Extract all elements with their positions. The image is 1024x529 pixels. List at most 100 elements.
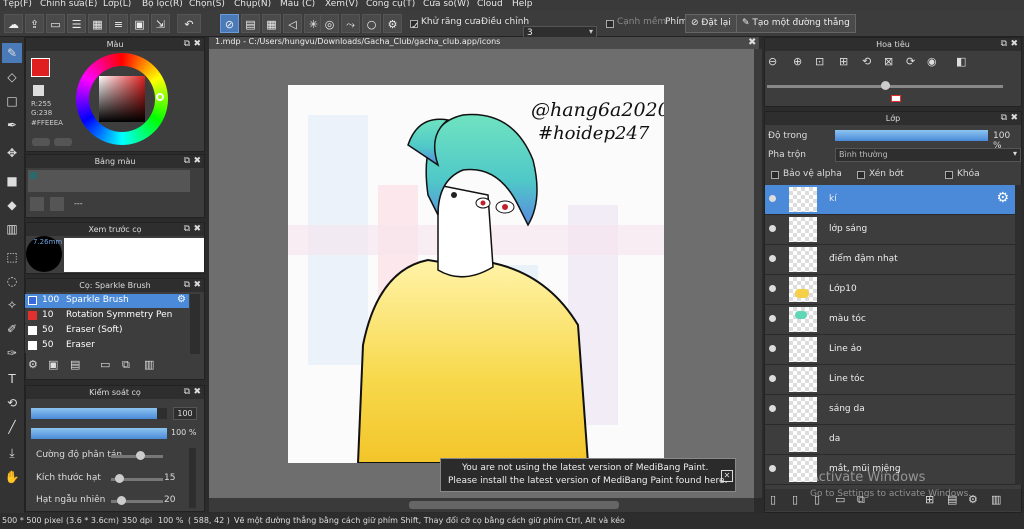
no-ruler-icon[interactable]: ⊘ bbox=[220, 14, 239, 33]
reset-button[interactable]: ⊘ Đặt lại bbox=[685, 14, 737, 33]
eye-icon[interactable] bbox=[769, 345, 776, 352]
eraser-icon[interactable]: ◇ bbox=[2, 67, 22, 87]
divide-icon[interactable]: ╱ bbox=[2, 417, 22, 437]
update-notice[interactable]: You are not using the latest version of … bbox=[440, 458, 736, 492]
blend-mode-dropdown[interactable]: Bình thường ▾ bbox=[835, 148, 1021, 162]
scatter-knob[interactable] bbox=[135, 451, 145, 460]
curve-ruler-icon[interactable]: ⤳ bbox=[341, 14, 360, 33]
new-layer-icon[interactable]: ▯ bbox=[770, 493, 776, 506]
add-color-button[interactable] bbox=[32, 138, 50, 146]
close-icon[interactable]: ✖ bbox=[193, 155, 201, 168]
comment-icon[interactable]: ▭ bbox=[46, 14, 65, 33]
layer-row[interactable]: lớp sáng bbox=[765, 215, 1015, 245]
menu-color[interactable]: Màu (C) bbox=[280, 0, 315, 9]
menu-window[interactable]: Cửa sổ(W) bbox=[423, 0, 469, 9]
lasso-icon[interactable]: ◌ bbox=[2, 271, 22, 291]
settings-icon[interactable]: ⚙ bbox=[383, 14, 402, 33]
menu-layer[interactable]: Lớp(L) bbox=[103, 0, 131, 9]
trash-icon[interactable] bbox=[50, 197, 64, 211]
remove-color-button[interactable] bbox=[54, 138, 72, 146]
eye-icon[interactable] bbox=[769, 195, 776, 202]
particle-size-knob[interactable] bbox=[114, 474, 124, 483]
eye-icon[interactable] bbox=[769, 375, 776, 382]
rotate-right-icon[interactable]: ⟳ bbox=[906, 55, 915, 68]
operation-icon[interactable]: ⟲ bbox=[2, 393, 22, 413]
circle-ruler-icon[interactable]: ○ bbox=[362, 14, 381, 33]
cloud-icon[interactable]: ☁ bbox=[4, 14, 23, 33]
brush-item[interactable]: 50 Eraser (Soft) bbox=[25, 324, 189, 338]
eye-icon[interactable] bbox=[769, 405, 776, 412]
brush-control-scrollbar[interactable] bbox=[189, 448, 196, 508]
hue-wheel[interactable] bbox=[76, 53, 168, 145]
navigator-thumb[interactable] bbox=[891, 95, 901, 102]
make-line-button[interactable]: ✎ Tạo một đường thẳng bbox=[736, 14, 856, 33]
close-icon[interactable]: ✖ bbox=[748, 37, 756, 48]
import-brush-icon[interactable]: ▣ bbox=[48, 358, 58, 371]
reset-rotation-icon[interactable]: ◉ bbox=[927, 55, 937, 68]
fit-icon[interactable]: ⊡ bbox=[815, 55, 824, 68]
gear-icon[interactable]: ⚙ bbox=[996, 190, 1009, 206]
rotate-left-icon[interactable]: ⟲ bbox=[862, 55, 871, 68]
hue-handle[interactable] bbox=[156, 93, 164, 101]
menu-cloud[interactable]: Cloud bbox=[477, 0, 503, 9]
magic-wand-icon[interactable]: ✧ bbox=[2, 295, 22, 315]
chat-icon[interactable]: ☰ bbox=[67, 14, 86, 33]
folder-icon[interactable]: ▭ bbox=[100, 358, 110, 371]
menu-capture[interactable]: Chụp(N) bbox=[234, 0, 271, 9]
zoom-knob[interactable] bbox=[881, 81, 890, 90]
transparent-swatch[interactable] bbox=[33, 85, 44, 96]
random-particle-knob[interactable] bbox=[117, 496, 127, 505]
soft-edge-checkbox[interactable] bbox=[606, 20, 614, 28]
popout-icon[interactable]: ⧉ bbox=[184, 386, 190, 399]
fill-square-icon[interactable]: ■ bbox=[2, 171, 22, 191]
close-icon[interactable]: ✖ bbox=[193, 38, 201, 51]
scrollbar-thumb[interactable] bbox=[409, 501, 619, 509]
brush-icon[interactable]: ✎ bbox=[2, 43, 22, 63]
add-brush-icon[interactable]: ⚙ bbox=[28, 358, 38, 371]
layer-row[interactable]: màu tóc bbox=[765, 305, 1015, 335]
brush-scrollbar[interactable] bbox=[190, 294, 200, 354]
close-icon[interactable]: ✖ bbox=[1010, 112, 1018, 125]
layer-row[interactable]: điểm đậm nhạt bbox=[765, 245, 1015, 275]
close-icon[interactable]: ✖ bbox=[193, 279, 201, 292]
trash-icon[interactable]: ▥ bbox=[991, 493, 1001, 506]
copy-icon[interactable]: ⧉ bbox=[122, 358, 130, 372]
layer-row[interactable]: da bbox=[765, 425, 1015, 455]
layer-row[interactable]: sáng da bbox=[765, 395, 1015, 425]
list-icon[interactable]: ≡ bbox=[109, 14, 128, 33]
layer-row[interactable]: Lớp10 bbox=[765, 275, 1015, 305]
gradient-icon[interactable]: ▥ bbox=[2, 219, 22, 239]
popout-icon[interactable]: ⧉ bbox=[1001, 112, 1007, 125]
brush-opacity-slider[interactable] bbox=[31, 428, 167, 439]
eye-icon[interactable] bbox=[769, 255, 776, 262]
protect-alpha-checkbox[interactable] bbox=[771, 171, 779, 179]
menu-help[interactable]: Help bbox=[512, 0, 533, 9]
brush-size-slider[interactable] bbox=[31, 408, 167, 419]
rectangle-icon[interactable]: □ bbox=[2, 91, 22, 111]
layer-scrollbar[interactable] bbox=[1015, 185, 1022, 485]
bucket-icon[interactable]: ◆ bbox=[2, 195, 22, 215]
popout-icon[interactable]: ⧉ bbox=[184, 155, 190, 168]
menu-file[interactable]: Tệp(F) bbox=[3, 0, 32, 9]
close-icon[interactable]: ✖ bbox=[193, 223, 201, 236]
saturation-square[interactable] bbox=[99, 76, 145, 122]
hand-icon[interactable]: ✋ bbox=[2, 467, 22, 487]
concentric-ruler-icon[interactable]: ◎ bbox=[320, 14, 339, 33]
expand-icon[interactable]: ⇲ bbox=[151, 14, 170, 33]
export-icon[interactable]: ⇪ bbox=[25, 14, 44, 33]
select-rect-icon[interactable]: ⬚ bbox=[2, 247, 22, 267]
eyedropper-icon[interactable]: ⤓ bbox=[2, 443, 22, 463]
new-halftone-layer-icon[interactable]: ▯ bbox=[792, 493, 798, 506]
layer-row[interactable]: Line tóc bbox=[765, 365, 1015, 395]
clipping-checkbox[interactable] bbox=[857, 171, 865, 179]
layer-row[interactable]: kí ⚙ bbox=[765, 185, 1015, 215]
layer-opacity-slider[interactable] bbox=[835, 130, 988, 141]
gear-icon[interactable]: ⚙ bbox=[177, 294, 186, 305]
brush-item[interactable]: 10 Rotation Symmetry Pen bbox=[25, 309, 189, 323]
notice-close-icon[interactable]: ✕ bbox=[721, 470, 733, 482]
brush-size-value[interactable]: 100 bbox=[173, 407, 197, 420]
trash-icon[interactable]: ▥ bbox=[144, 358, 154, 371]
brush-item[interactable]: 100 Sparkle Brush ⚙ bbox=[25, 294, 189, 308]
brush-item[interactable]: 50 Eraser bbox=[25, 339, 189, 353]
close-icon[interactable]: ✖ bbox=[193, 386, 201, 399]
